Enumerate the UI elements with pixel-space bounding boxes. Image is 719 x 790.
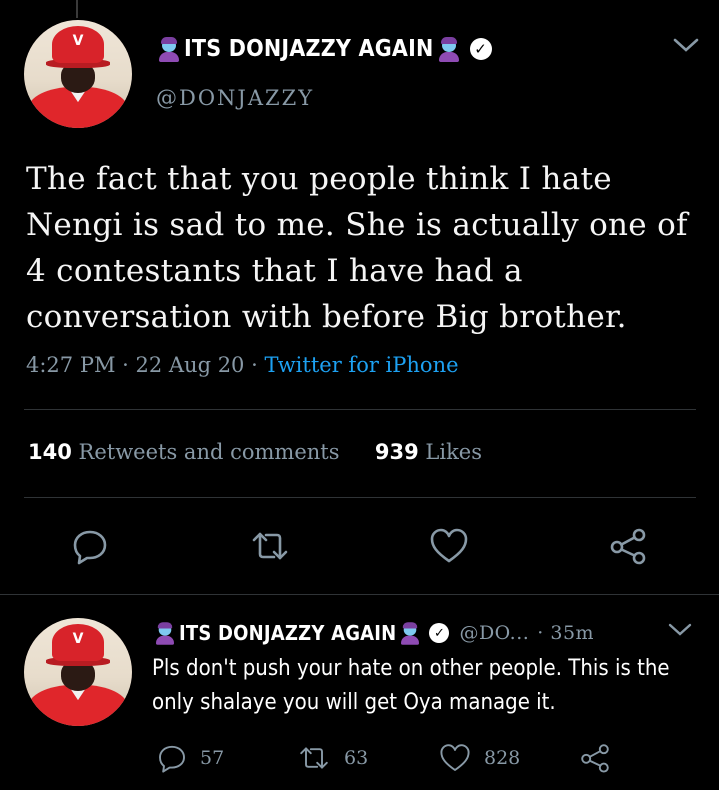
cap-logo: V (72, 33, 84, 50)
share-icon (610, 528, 646, 565)
tweet-stats: 140 Retweets and comments 939 Likes (28, 440, 482, 464)
genie-emoji-icon (153, 621, 176, 645)
retweets-label: Retweets and comments (78, 440, 340, 464)
retweet-button[interactable] (248, 524, 292, 568)
tweet-timestamp: 4:27 PM · 22 Aug 20 · Twitter for iPhone (26, 353, 459, 377)
heart-icon (430, 528, 468, 563)
share-icon (581, 744, 609, 773)
likes-label: Likes (425, 440, 482, 464)
likes-stat[interactable]: 939 Likes (375, 440, 482, 464)
like-count: 828 (484, 747, 521, 769)
divider (24, 409, 696, 410)
reply-author-handle[interactable]: @DO... (459, 622, 529, 644)
reply-icon (73, 530, 107, 565)
reply-tweet-text: Pls don't push your hate on other people… (152, 656, 670, 715)
verified-badge-icon: ✓ (429, 623, 450, 643)
reply-like-button[interactable]: 828 (438, 740, 520, 776)
author-handle[interactable]: @DONJAZZY (156, 86, 314, 110)
verified-badge-icon: ✓ (469, 38, 492, 60)
retweet-count: 63 (344, 747, 369, 769)
reply-icon (159, 745, 185, 773)
like-button[interactable] (427, 524, 471, 568)
avatar[interactable]: V (24, 20, 132, 128)
divider (24, 497, 696, 498)
retweet-icon (300, 747, 328, 769)
divider (0, 594, 719, 595)
reply-share-button[interactable] (578, 740, 612, 776)
chevron-down-icon[interactable] (672, 36, 700, 58)
author-display-name: ITS DONJAZZY AGAIN (184, 36, 434, 62)
tweet-source-link[interactable]: Twitter for iPhone (264, 353, 458, 377)
retweets-count: 140 (28, 440, 72, 464)
reply-retweet-button[interactable]: 63 (296, 740, 368, 776)
reply-author-display-name: ITS DONJAZZY AGAIN (179, 621, 397, 645)
tweet-time: 4:27 PM · 22 Aug 20 · (26, 353, 265, 377)
cap-logo: V (72, 631, 84, 648)
chevron-down-icon[interactable] (667, 622, 693, 642)
reply-button[interactable] (68, 524, 112, 568)
avatar[interactable]: V (24, 618, 132, 726)
retweets-stat[interactable]: 140 Retweets and comments (28, 440, 340, 464)
author-name-row[interactable]: ITS DONJAZZY AGAIN ✓ (156, 36, 492, 62)
reply-timestamp: · 35m (537, 622, 595, 644)
genie-emoji-icon (399, 621, 422, 645)
tweet-text: The fact that you people think I hate Ne… (26, 161, 688, 335)
heart-icon (440, 744, 470, 771)
share-button[interactable] (606, 524, 650, 568)
thread-connector-line (76, 0, 78, 18)
reply-reply-button[interactable]: 57 (156, 740, 224, 776)
genie-emoji-icon (436, 36, 462, 62)
retweet-icon (252, 532, 288, 560)
likes-count: 939 (374, 440, 419, 464)
genie-emoji-icon (156, 36, 182, 62)
reply-count: 57 (200, 747, 225, 769)
reply-author-name-row[interactable]: ITS DONJAZZY AGAIN ✓ @DO... · 35m (152, 620, 594, 646)
